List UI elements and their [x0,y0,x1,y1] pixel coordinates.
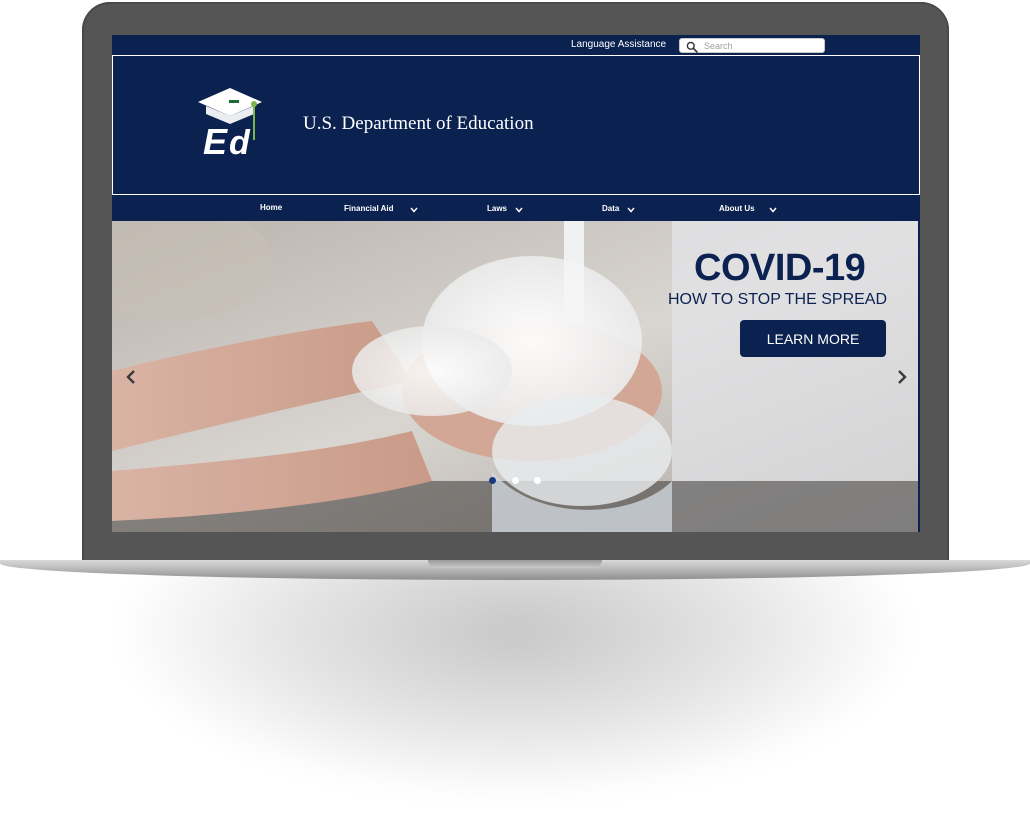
utility-bar: Language Assistance [112,35,920,55]
learn-more-button[interactable]: LEARN MORE [740,320,886,357]
hero-title: COVID-19 [694,247,866,289]
nav-item-about-us[interactable]: About Us [719,203,777,213]
laptop-shadow [110,560,920,800]
chevron-down-icon[interactable] [409,207,418,213]
main-nav: Home Financial Aid Laws Data About Us [112,195,920,221]
nav-item-label: Data [602,203,620,213]
search-icon[interactable] [686,41,698,53]
hero-subtitle: HOW TO STOP THE SPREAD [668,291,888,308]
site-header: E d U.S. Department of Education [112,55,920,195]
laptop-notch [428,560,602,568]
search-box[interactable] [679,38,825,53]
nav-item-label: About Us [719,203,755,213]
carousel-dot-3[interactable] [534,477,541,484]
chevron-down-icon[interactable] [515,207,523,213]
chevron-right-icon[interactable] [894,366,910,388]
chevron-down-icon[interactable] [627,207,635,213]
carousel-dot-1[interactable] [489,477,496,484]
nav-item-label: Financial Aid [344,203,394,213]
browser-screen: Language Assistance E d U.S. Department … [112,35,920,532]
hero-carousel: COVID-19 HOW TO STOP THE SPREAD LEARN MO… [112,221,918,532]
site-title[interactable]: U.S. Department of Education [303,113,534,135]
language-assistance-link[interactable]: Language Assistance [571,39,666,50]
svg-text:d: d [229,124,251,158]
search-input[interactable] [704,40,819,52]
chevron-left-icon[interactable] [123,366,139,388]
nav-item-label: Laws [487,203,508,213]
nav-item-laws[interactable]: Laws [487,203,523,213]
nav-item-data[interactable]: Data [602,203,635,213]
chevron-down-icon[interactable] [769,207,777,213]
nav-item-home[interactable]: Home [260,203,282,212]
carousel-dot-2[interactable] [512,477,519,484]
ed-logo[interactable]: E d [196,88,264,158]
svg-text:E: E [203,121,228,158]
nav-item-label: Home [260,203,283,212]
carousel-dots [485,476,545,486]
nav-item-financial-aid[interactable]: Financial Aid [344,203,418,213]
